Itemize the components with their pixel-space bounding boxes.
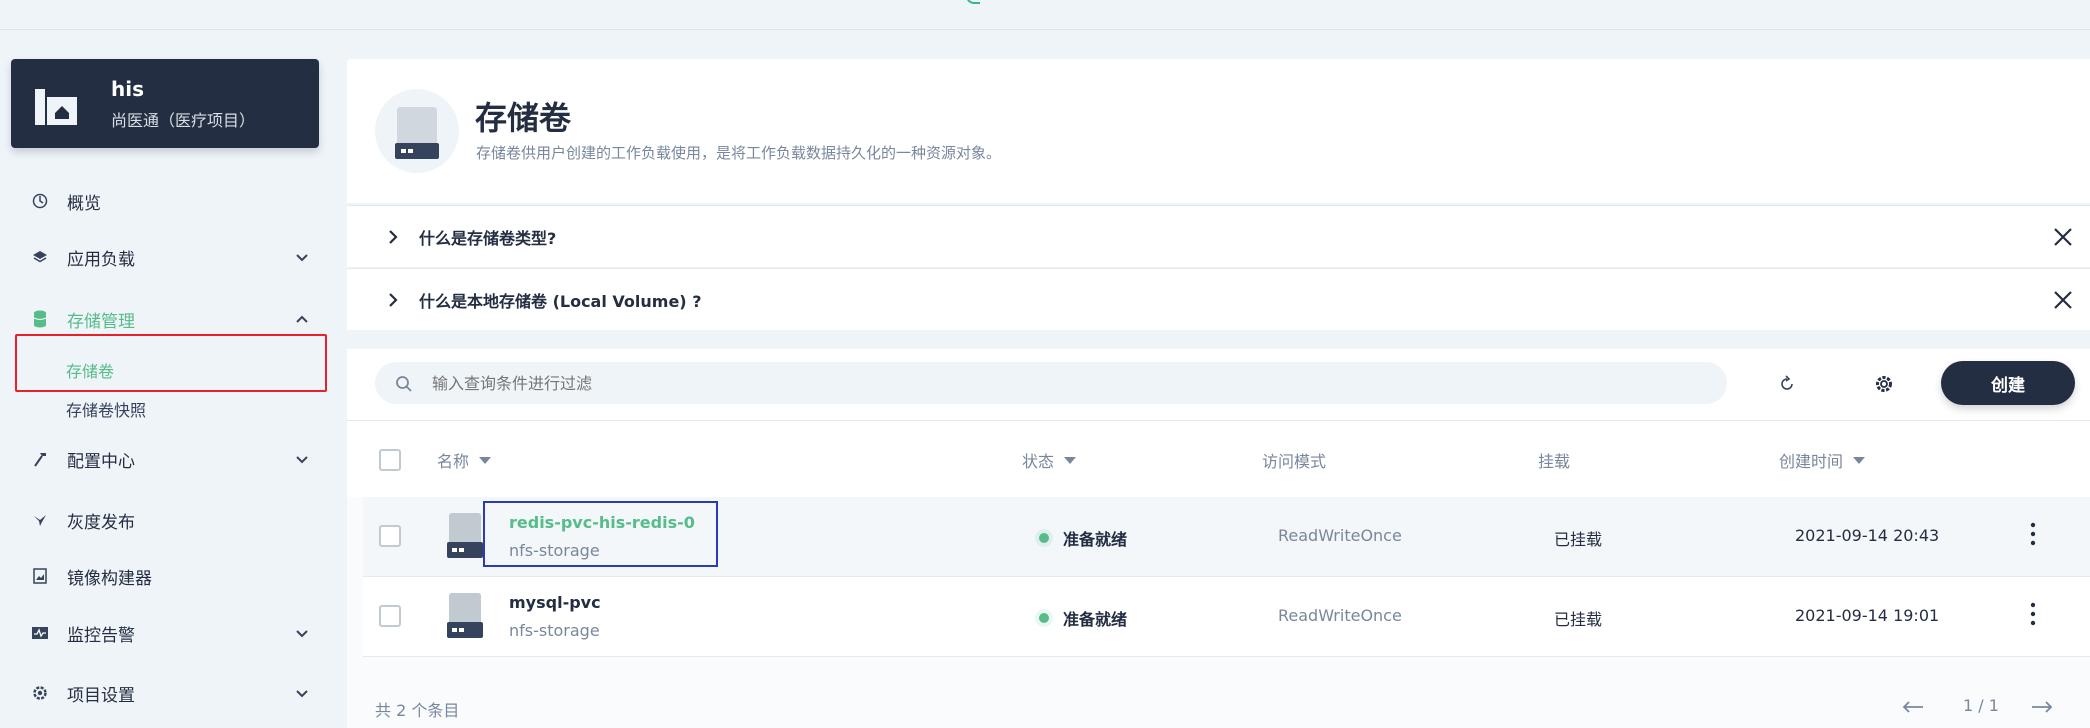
storage-class: nfs-storage — [509, 621, 600, 640]
bird-icon — [30, 510, 50, 530]
table-row[interactable]: mysql-pvc nfs-storage 准备就绪 ReadWriteOnce… — [363, 577, 2090, 657]
project-icon — [35, 89, 77, 125]
project-card[interactable]: his 尚医通（医疗项目） — [11, 59, 319, 148]
project-description: 尚医通（医疗项目） — [111, 111, 256, 130]
create-button[interactable]: 创建 — [1941, 361, 2075, 405]
sidebar-item-label: 配置中心 — [67, 451, 135, 472]
chevron-down-icon — [296, 456, 308, 464]
highlight-box-red — [15, 334, 327, 392]
status-dot-icon — [1039, 613, 1049, 623]
sidebar-item-image-builder[interactable]: 镜像构建器 — [30, 561, 310, 591]
access-mode: ReadWriteOnce — [1278, 526, 1402, 545]
sidebar-item-label: 应用负载 — [67, 249, 135, 270]
status-badge: 准备就绪 — [1039, 606, 1127, 630]
chevron-down-icon — [296, 630, 308, 638]
search-icon — [396, 376, 412, 392]
created-time: 2021-09-14 19:01 — [1795, 606, 1940, 625]
caret-down-icon — [479, 456, 492, 464]
sidebar-item-label: 项目设置 — [67, 685, 135, 706]
arrow-right-icon[interactable] — [2030, 700, 2054, 714]
settings-gear-icon[interactable] — [1873, 373, 1895, 395]
column-access-mode: 访问模式 — [1262, 448, 1326, 472]
dashboard-icon — [30, 191, 50, 211]
chevron-right-icon — [389, 230, 398, 244]
caret-down-icon — [1853, 456, 1866, 464]
sidebar-item-monitoring[interactable]: 监控告警 — [30, 618, 310, 648]
caret-down-icon — [1064, 456, 1077, 464]
refresh-icon[interactable] — [1777, 374, 1797, 394]
highlight-box-blue — [483, 501, 718, 567]
column-mount: 挂载 — [1538, 448, 1570, 472]
page-title: 存储卷 — [475, 99, 572, 137]
sidebar-item-label: 存储管理 — [67, 311, 135, 332]
column-label: 状态 — [1022, 452, 1055, 471]
row-checkbox[interactable] — [379, 525, 401, 547]
sidebar-item-label: 灰度发布 — [67, 512, 135, 533]
more-options-icon[interactable] — [2027, 521, 2039, 547]
monitor-icon — [30, 623, 50, 643]
volume-header-icon — [375, 89, 459, 173]
sidebar-item-grayscale-release[interactable]: 灰度发布 — [30, 505, 310, 535]
page-description: 存储卷供用户创建的工作负载使用，是将工作负载数据持久化的一种资源对象。 — [476, 144, 1002, 162]
faq-local-volume[interactable]: 什么是本地存储卷 (Local Volume) ? — [347, 268, 2090, 330]
sidebar-item-storage[interactable]: 存储管理 — [30, 304, 310, 334]
access-mode: ReadWriteOnce — [1278, 606, 1402, 625]
chevron-up-icon — [296, 315, 308, 323]
status-badge: 准备就绪 — [1039, 526, 1127, 550]
created-time: 2021-09-14 20:43 — [1795, 526, 1940, 545]
mount-status: 已挂载 — [1554, 530, 1603, 549]
status-text: 准备就绪 — [1063, 530, 1128, 549]
column-label: 挂载 — [1538, 452, 1571, 471]
sidebar-item-overview[interactable]: 概览 — [30, 186, 310, 216]
faq-question: 什么是本地存储卷 (Local Volume) ? — [419, 291, 702, 311]
page-indicator: 1 / 1 — [1963, 696, 1999, 715]
column-label: 创建时间 — [1779, 452, 1844, 471]
sidebar-item-label: 概览 — [67, 193, 101, 214]
project-name: his — [111, 77, 144, 101]
gear-icon — [30, 683, 50, 703]
row-checkbox[interactable] — [379, 605, 401, 627]
column-status[interactable]: 状态 — [1022, 448, 1077, 472]
search-input[interactable] — [375, 362, 1727, 404]
more-options-icon[interactable] — [2027, 601, 2039, 627]
faq-volume-types[interactable]: 什么是存储卷类型? — [347, 205, 2090, 267]
logo-fragment-icon — [966, 0, 980, 4]
list-toolbar: 创建 — [347, 349, 2090, 421]
close-icon[interactable] — [2052, 226, 2074, 248]
total-count: 共 2 个条目 — [375, 701, 460, 720]
status-text: 准备就绪 — [1063, 610, 1128, 629]
column-created-time[interactable]: 创建时间 — [1779, 448, 1866, 472]
hammer-icon — [30, 449, 50, 469]
arrow-left-icon[interactable] — [1901, 700, 1925, 714]
close-icon[interactable] — [2052, 289, 2074, 311]
chevron-down-icon — [296, 254, 308, 262]
sidebar-item-project-settings[interactable]: 项目设置 — [30, 678, 310, 708]
page-header: 存储卷 存储卷供用户创建的工作负载使用，是将工作负载数据持久化的一种资源对象。 — [347, 59, 2090, 203]
volume-icon — [447, 513, 483, 558]
database-icon — [30, 309, 50, 329]
chevron-down-icon — [296, 690, 308, 698]
sidebar-item-label: 监控告警 — [67, 625, 135, 646]
chevron-right-icon — [389, 293, 398, 307]
column-name[interactable]: 名称 — [437, 448, 492, 472]
column-label: 访问模式 — [1262, 452, 1327, 471]
status-dot-icon — [1039, 533, 1049, 543]
sidebar-item-label: 镜像构建器 — [67, 568, 152, 589]
sidebar-item-configuration[interactable]: 配置中心 — [30, 444, 310, 474]
sidebar-item-workloads[interactable]: 应用负载 — [30, 242, 310, 272]
faq-question: 什么是存储卷类型? — [419, 228, 557, 248]
select-all-checkbox[interactable] — [379, 449, 401, 471]
layers-icon — [30, 247, 50, 267]
sidebar-subitem-volume-snapshots[interactable]: 存储卷快照 — [66, 397, 146, 421]
image-builder-icon — [30, 566, 50, 586]
mount-status: 已挂载 — [1554, 610, 1603, 629]
table-header: 名称 状态 访问模式 挂载 创建时间 — [347, 421, 2090, 497]
top-bar — [0, 0, 2090, 30]
volume-icon — [447, 593, 483, 638]
column-label: 名称 — [437, 452, 470, 471]
volume-name-link[interactable]: mysql-pvc — [509, 593, 601, 612]
